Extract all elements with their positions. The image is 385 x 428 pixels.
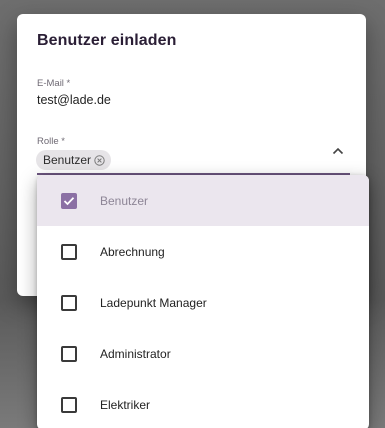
role-dropdown-list: Benutzer Abrechnung Ladepunkt Manager Ad… xyxy=(37,175,369,428)
role-option-label: Ladepunkt Manager xyxy=(100,295,207,310)
role-option-abrechnung[interactable]: Abrechnung xyxy=(37,226,369,277)
email-field-label: E-Mail * xyxy=(37,78,71,89)
checkbox-unchecked-icon[interactable] xyxy=(61,294,77,311)
checkbox-checked-icon[interactable] xyxy=(61,192,77,209)
email-field[interactable]: test@lade.de xyxy=(37,93,111,107)
role-chip-benutzer: Benutzer xyxy=(36,150,112,170)
role-option-label: Administrator xyxy=(100,346,171,361)
role-option-elektriker[interactable]: Elektriker xyxy=(37,379,369,428)
role-option-label: Elektriker xyxy=(100,397,151,412)
role-chip-label: Benutzer xyxy=(43,153,92,167)
checkbox-unchecked-icon[interactable] xyxy=(61,345,77,362)
role-option-label: Benutzer xyxy=(100,193,149,208)
role-option-benutzer[interactable]: Benutzer xyxy=(37,175,369,226)
role-option-administrator[interactable]: Administrator xyxy=(37,328,369,379)
circle-x-icon[interactable] xyxy=(94,154,105,166)
role-option-ladepunkt-manager[interactable]: Ladepunkt Manager xyxy=(37,277,369,328)
checkbox-unchecked-icon[interactable] xyxy=(61,243,77,260)
dialog-title: Benutzer einladen xyxy=(37,32,177,49)
role-option-label: Abrechnung xyxy=(100,244,165,259)
checkbox-unchecked-icon[interactable] xyxy=(61,396,77,413)
role-field-label: Rolle * xyxy=(37,136,65,147)
chevron-up-icon[interactable] xyxy=(330,144,346,158)
